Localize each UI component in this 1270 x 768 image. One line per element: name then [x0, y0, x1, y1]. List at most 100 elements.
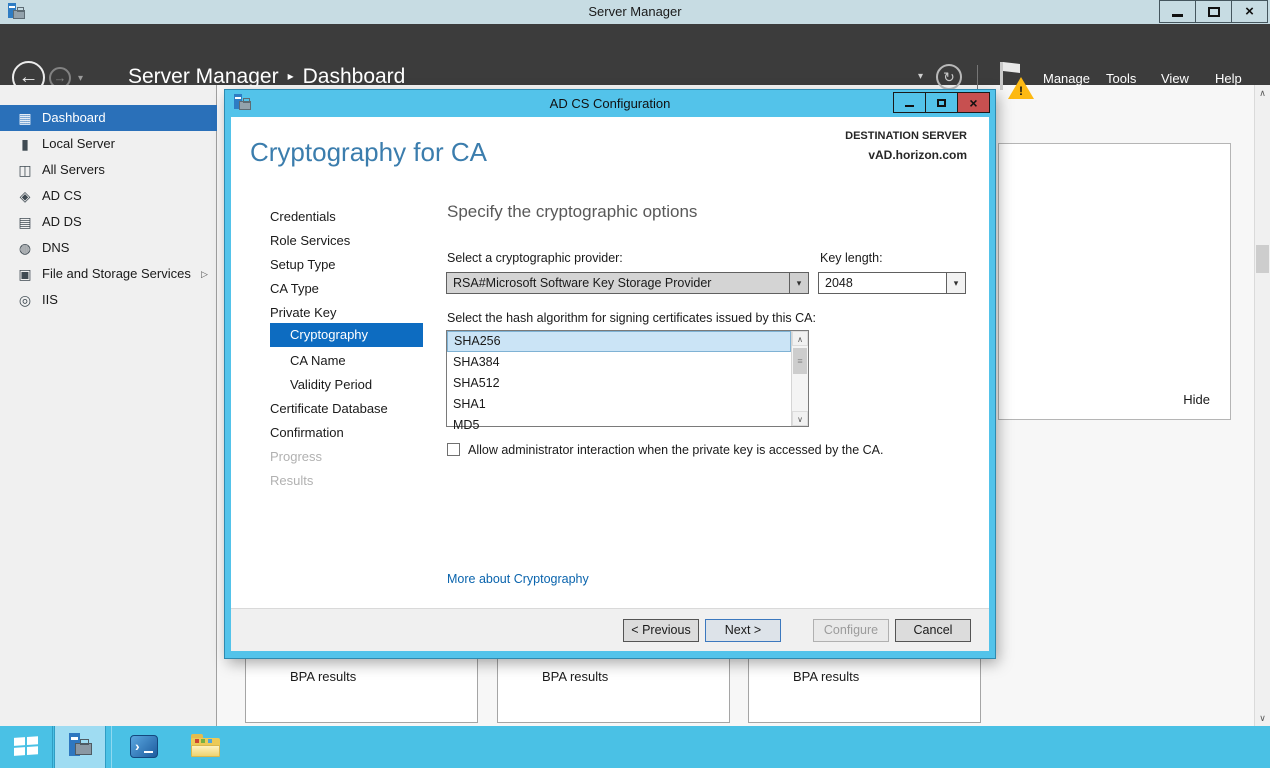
desktop: Server Manager × ← → ▾ Server Manager▸Da… [0, 0, 1270, 768]
scroll-down-icon[interactable]: ∨ [792, 411, 808, 426]
step-credentials[interactable]: Credentials [231, 205, 423, 229]
breadcrumb-page[interactable]: Dashboard [303, 65, 406, 88]
minimize-button[interactable] [1159, 0, 1196, 23]
taskbar-separator [111, 726, 112, 768]
ad-cs-configuration-dialog: AD CS Configuration × Cryptography for C… [225, 90, 995, 658]
ad-ds-icon: ▤ [16, 209, 34, 235]
scrollbar-thumb[interactable] [1256, 245, 1269, 273]
chevron-down-icon[interactable]: ▾ [946, 273, 965, 293]
step-setup-type[interactable]: Setup Type [231, 253, 423, 277]
notification-flyout: Hide [998, 143, 1231, 420]
next-button[interactable]: Next > [705, 619, 781, 642]
notifications-caret-icon[interactable]: ▾ [918, 71, 923, 82]
breadcrumb-arrow-icon: ▸ [288, 69, 294, 83]
local-server-icon: ▮ [16, 131, 34, 157]
refresh-button[interactable]: ↻ [936, 64, 962, 90]
minimize-icon [1172, 14, 1183, 17]
notifications-flag-icon[interactable] [1000, 62, 1003, 90]
main-scrollbar[interactable]: ∧ ∨ [1254, 85, 1270, 726]
window-title: Server Manager [0, 4, 1270, 19]
wizard-content: Specify the cryptographic options Select… [445, 90, 991, 658]
start-button[interactable] [0, 726, 53, 768]
dashboard-icon: ▦ [16, 105, 34, 131]
step-role-services[interactable]: Role Services [231, 229, 423, 253]
server-manager-titlebar: Server Manager × [0, 0, 1270, 24]
menu-manage[interactable]: Manage [1043, 71, 1090, 86]
scroll-down-icon[interactable]: ∨ [1255, 710, 1270, 726]
step-confirmation[interactable]: Confirmation [231, 421, 423, 445]
key-length-combobox[interactable]: 2048 ▾ [818, 272, 966, 294]
hash-algorithm-label: Select the hash algorithm for signing ce… [447, 311, 816, 325]
scrollbar-thumb[interactable]: ≡ [793, 348, 807, 374]
bpa-results-link[interactable]: BPA results [542, 669, 608, 684]
cancel-button[interactable]: Cancel [895, 619, 971, 642]
taskbar-server-manager-button[interactable] [54, 726, 106, 768]
close-button[interactable]: × [1231, 0, 1268, 23]
sidebar: ▦Dashboard ▮Local Server ◫All Servers ◈A… [0, 85, 217, 726]
hash-option-sha384[interactable]: SHA384 [447, 352, 791, 373]
scroll-up-icon[interactable]: ∧ [792, 331, 808, 346]
taskbar-file-explorer-button[interactable] [191, 734, 220, 759]
all-servers-icon: ◫ [16, 157, 34, 183]
iis-icon: ◎ [16, 287, 34, 313]
step-ca-name[interactable]: CA Name [231, 349, 423, 373]
role-tile-2: BPA results [497, 657, 730, 723]
window-controls: × [1160, 0, 1268, 23]
taskbar-powershell-button[interactable]: › [130, 735, 158, 758]
sidebar-item-ad-ds[interactable]: ▤AD DS [0, 209, 217, 235]
step-progress: Progress [231, 445, 423, 469]
bpa-results-link[interactable]: BPA results [290, 669, 356, 684]
step-ca-type[interactable]: CA Type [231, 277, 423, 301]
sidebar-item-local-server[interactable]: ▮Local Server [0, 131, 217, 157]
nav-history-caret[interactable]: ▾ [78, 73, 83, 84]
submenu-chevron-icon: ▷ [201, 261, 208, 287]
wizard-footer: < Previous Next > Configure Cancel [231, 608, 989, 651]
step-validity-period[interactable]: Validity Period [231, 373, 423, 397]
sidebar-item-iis[interactable]: ◎IIS [0, 287, 217, 313]
bpa-results-link[interactable]: BPA results [793, 669, 859, 684]
server-manager-toolbar: ← → ▾ Server Manager▸Dashboard ▾ ↻ ! Man… [0, 24, 1270, 85]
chevron-down-icon[interactable]: ▾ [789, 273, 808, 293]
admin-interaction-checkbox[interactable] [447, 443, 460, 456]
hash-option-sha512[interactable]: SHA512 [447, 373, 791, 394]
hash-option-sha1[interactable]: SHA1 [447, 394, 791, 415]
menu-view[interactable]: View [1161, 71, 1189, 86]
powershell-icon: › [135, 738, 140, 754]
hash-algorithm-listbox[interactable]: SHA256 SHA384 SHA512 SHA1 MD5 ∧ ≡ ∨ [446, 330, 809, 427]
hide-button[interactable]: Hide [1183, 392, 1210, 407]
sidebar-item-all-servers[interactable]: ◫All Servers [0, 157, 217, 183]
restore-button[interactable] [1195, 0, 1232, 23]
role-tile-3: BPA results [748, 657, 981, 723]
previous-button[interactable]: < Previous [623, 619, 699, 642]
sidebar-item-ad-cs[interactable]: ◈AD CS [0, 183, 217, 209]
step-results: Results [231, 469, 423, 493]
hash-option-sha256[interactable]: SHA256 [447, 331, 791, 352]
provider-label: Select a cryptographic provider: [447, 251, 623, 265]
refresh-icon: ↻ [943, 69, 955, 85]
menu-help[interactable]: Help [1215, 71, 1242, 86]
admin-interaction-label: Allow administrator interaction when the… [468, 443, 883, 457]
scroll-up-icon[interactable]: ∧ [1255, 85, 1270, 101]
forward-icon: → [54, 70, 67, 85]
close-icon: × [1245, 4, 1254, 19]
hash-option-md5[interactable]: MD5 [447, 415, 791, 436]
listbox-scrollbar[interactable]: ∧ ≡ ∨ [791, 331, 808, 426]
provider-combobox[interactable]: RSA#Microsoft Software Key Storage Provi… [446, 272, 809, 294]
toolbar-separator [977, 65, 978, 91]
warning-badge-icon[interactable]: ! [1008, 77, 1034, 99]
step-certificate-database[interactable]: Certificate Database [231, 397, 423, 421]
dns-icon: ◍ [16, 235, 34, 261]
restore-icon [1208, 7, 1220, 17]
windows-logo-icon [14, 736, 39, 757]
more-about-cryptography-link[interactable]: More about Cryptography [447, 572, 589, 586]
section-heading: Specify the cryptographic options [447, 202, 697, 222]
configure-button: Configure [813, 619, 889, 642]
sidebar-item-file-storage[interactable]: ▣File and Storage Services ▷ [0, 261, 217, 287]
step-private-key[interactable]: Private Key [231, 301, 423, 325]
menu-tools[interactable]: Tools [1106, 71, 1136, 86]
sidebar-item-dns[interactable]: ◍DNS [0, 235, 217, 261]
file-storage-icon: ▣ [16, 261, 34, 287]
step-cryptography[interactable]: Cryptography [270, 323, 423, 347]
ad-cs-icon: ◈ [16, 183, 34, 209]
sidebar-item-dashboard[interactable]: ▦Dashboard [0, 105, 217, 131]
